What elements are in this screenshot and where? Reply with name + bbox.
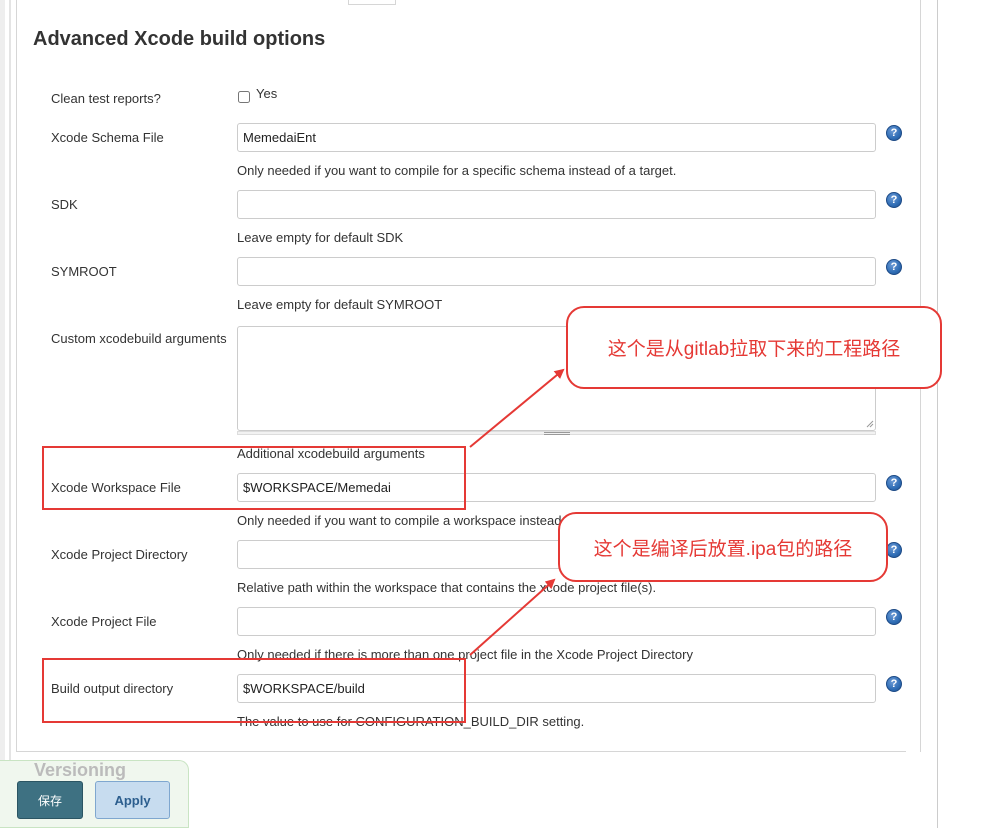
symroot-hint: Leave empty for default SYMROOT [237,297,443,312]
sdk-label: SDK [51,197,78,212]
grip-line [544,434,570,435]
left-border [0,0,5,828]
clean-test-reports-label: Clean test reports? [51,91,161,106]
build-output-directory-help-icon[interactable]: ? [886,676,902,692]
workspace-annotation-text: 这个是从gitlab拉取下来的工程路径 [607,339,901,360]
output-highlight-box [42,658,466,723]
panel-bottom-edge [16,751,906,752]
apply-button[interactable]: Apply [95,781,170,819]
symroot-input[interactable] [237,257,876,286]
project-file-help-icon[interactable]: ? [886,609,902,625]
clean-test-reports-yes-label[interactable]: Yes [256,86,277,101]
project-file-label: Xcode Project File [51,614,157,629]
sdk-hint: Leave empty for default SDK [237,230,404,245]
schema-file-help-icon[interactable]: ? [886,125,902,141]
top-tab [348,0,396,5]
panel-left-edge [16,0,17,752]
project-directory-hint: Relative path within the workspace that … [237,580,657,595]
versioning-section-heading: Versioning [34,760,127,780]
schema-file-input[interactable] [237,123,876,152]
sdk-help-icon[interactable]: ? [886,192,902,208]
workspace-annotation-bubble: 这个是从gitlab拉取下来的工程路径 [566,306,942,389]
project-file-input[interactable] [237,607,876,636]
project-directory-help-icon[interactable]: ? [886,542,902,558]
symroot-label: SYMROOT [51,264,117,279]
page-right-edge [937,0,938,828]
output-annotation-bubble: 这个是编译后放置.ipa包的路径 [558,512,888,582]
resize-grip-icon[interactable] [866,420,874,428]
sdk-input[interactable] [237,190,876,219]
schema-file-label: Xcode Schema File [51,130,164,145]
project-directory-label: Xcode Project Directory [51,547,188,562]
output-annotation-text: 这个是编译后放置.ipa包的路径 [593,538,853,560]
custom-args-label: Custom xcodebuild arguments [51,331,227,346]
workspace-file-help-icon[interactable]: ? [886,475,902,491]
clean-test-reports-checkbox[interactable] [238,91,250,103]
symroot-help-icon[interactable]: ? [886,259,902,275]
schema-file-hint: Only needed if you want to compile for a… [237,163,677,178]
left-border-inner [9,0,11,828]
section-title: Advanced Xcode build options [33,28,326,50]
workspace-highlight-box [42,446,466,510]
save-button[interactable]: 保存 [17,781,83,819]
grip-line [544,432,570,433]
